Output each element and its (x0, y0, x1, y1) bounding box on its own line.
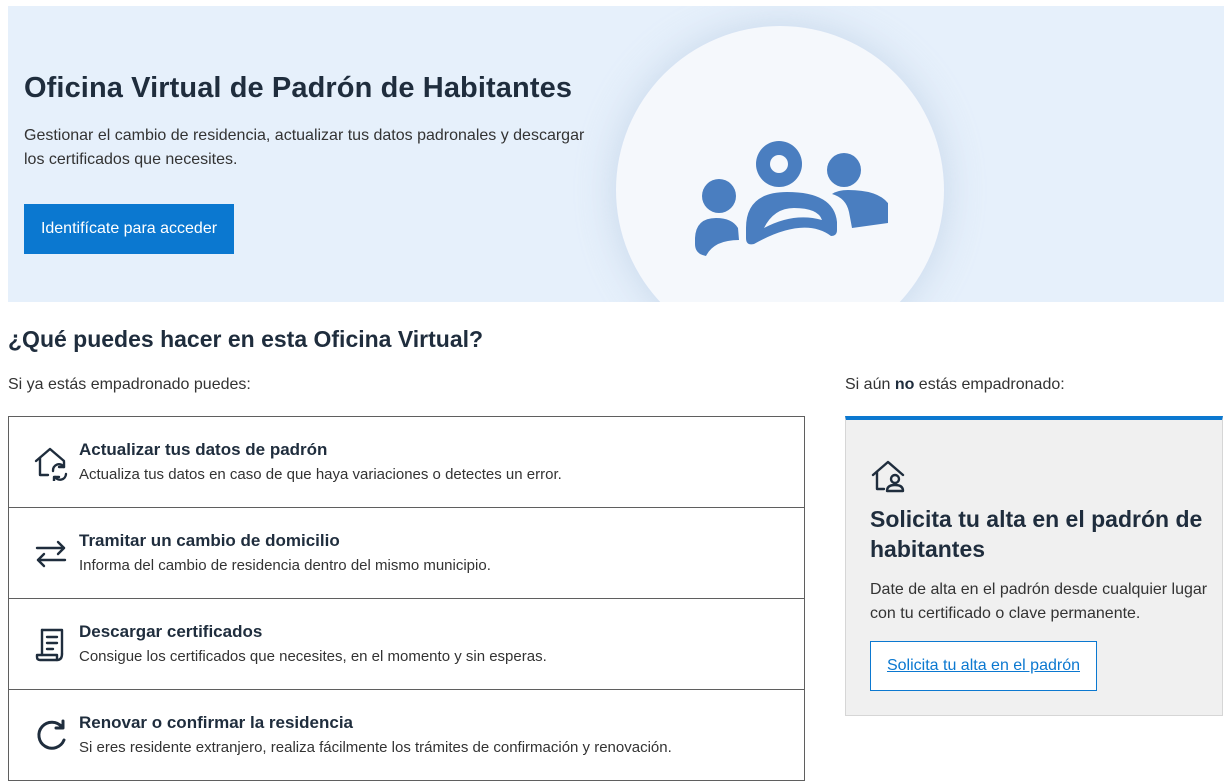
registered-subtitle: Si ya estás empadronado puedes: (8, 376, 251, 393)
renew-icon (37, 719, 66, 750)
service-description: Informa del cambio de residencia dentro … (79, 557, 491, 574)
service-title: Descargar certificados (79, 622, 263, 641)
service-download-certificates[interactable]: Descargar certificados Consigue los cert… (9, 599, 804, 690)
unregistered-prefix: Si aún (845, 376, 895, 393)
service-renew-residence[interactable]: Renovar o confirmar la residencia Si ere… (9, 690, 804, 780)
services-list: Actualizar tus datos de padrón Actualiza… (8, 416, 805, 781)
service-description: Consigue los certificados que necesites,… (79, 648, 547, 665)
page-title: Oficina Virtual de Padrón de Habitantes (24, 72, 573, 104)
unregistered-subtitle: Si aún no estás empadronado: (845, 376, 1065, 394)
home-refresh-icon (34, 447, 68, 481)
document-scroll-icon (35, 628, 64, 662)
home-person-icon (871, 460, 905, 493)
service-change-address[interactable]: Tramitar un cambio de domicilio Informa … (9, 508, 804, 599)
service-title: Tramitar un cambio de domicilio (79, 531, 340, 550)
swap-arrows-icon (35, 540, 67, 568)
signup-card-title: Solicita tu alta en el padrón de habitan… (870, 506, 1203, 562)
login-button[interactable]: Identifícate para acceder (24, 204, 234, 254)
hero-banner: Oficina Virtual de Padrón de Habitantes … (8, 6, 1224, 302)
hero-description: Gestionar el cambio de residencia, actua… (24, 127, 585, 168)
unregistered-suffix: estás empadronado: (914, 376, 1065, 393)
signup-link-button[interactable]: Solicita tu alta en el padrón (870, 641, 1097, 691)
service-title: Renovar o confirmar la residencia (79, 713, 353, 732)
people-group-icon (695, 141, 888, 256)
service-description: Si eres residente extranjero, realiza fá… (79, 739, 672, 756)
signup-card: Solicita tu alta en el padrón de habitan… (845, 416, 1223, 716)
service-update-data[interactable]: Actualizar tus datos de padrón Actualiza… (9, 417, 804, 508)
unregistered-bold: no (894, 376, 915, 393)
service-title: Actualizar tus datos de padrón (79, 440, 328, 459)
section-title: ¿Qué puedes hacer en esta Oficina Virtua… (8, 326, 484, 352)
signup-card-description: Date de alta en el padrón desde cualquie… (870, 581, 1208, 622)
service-description: Actualiza tus datos en caso de que haya … (79, 466, 562, 483)
